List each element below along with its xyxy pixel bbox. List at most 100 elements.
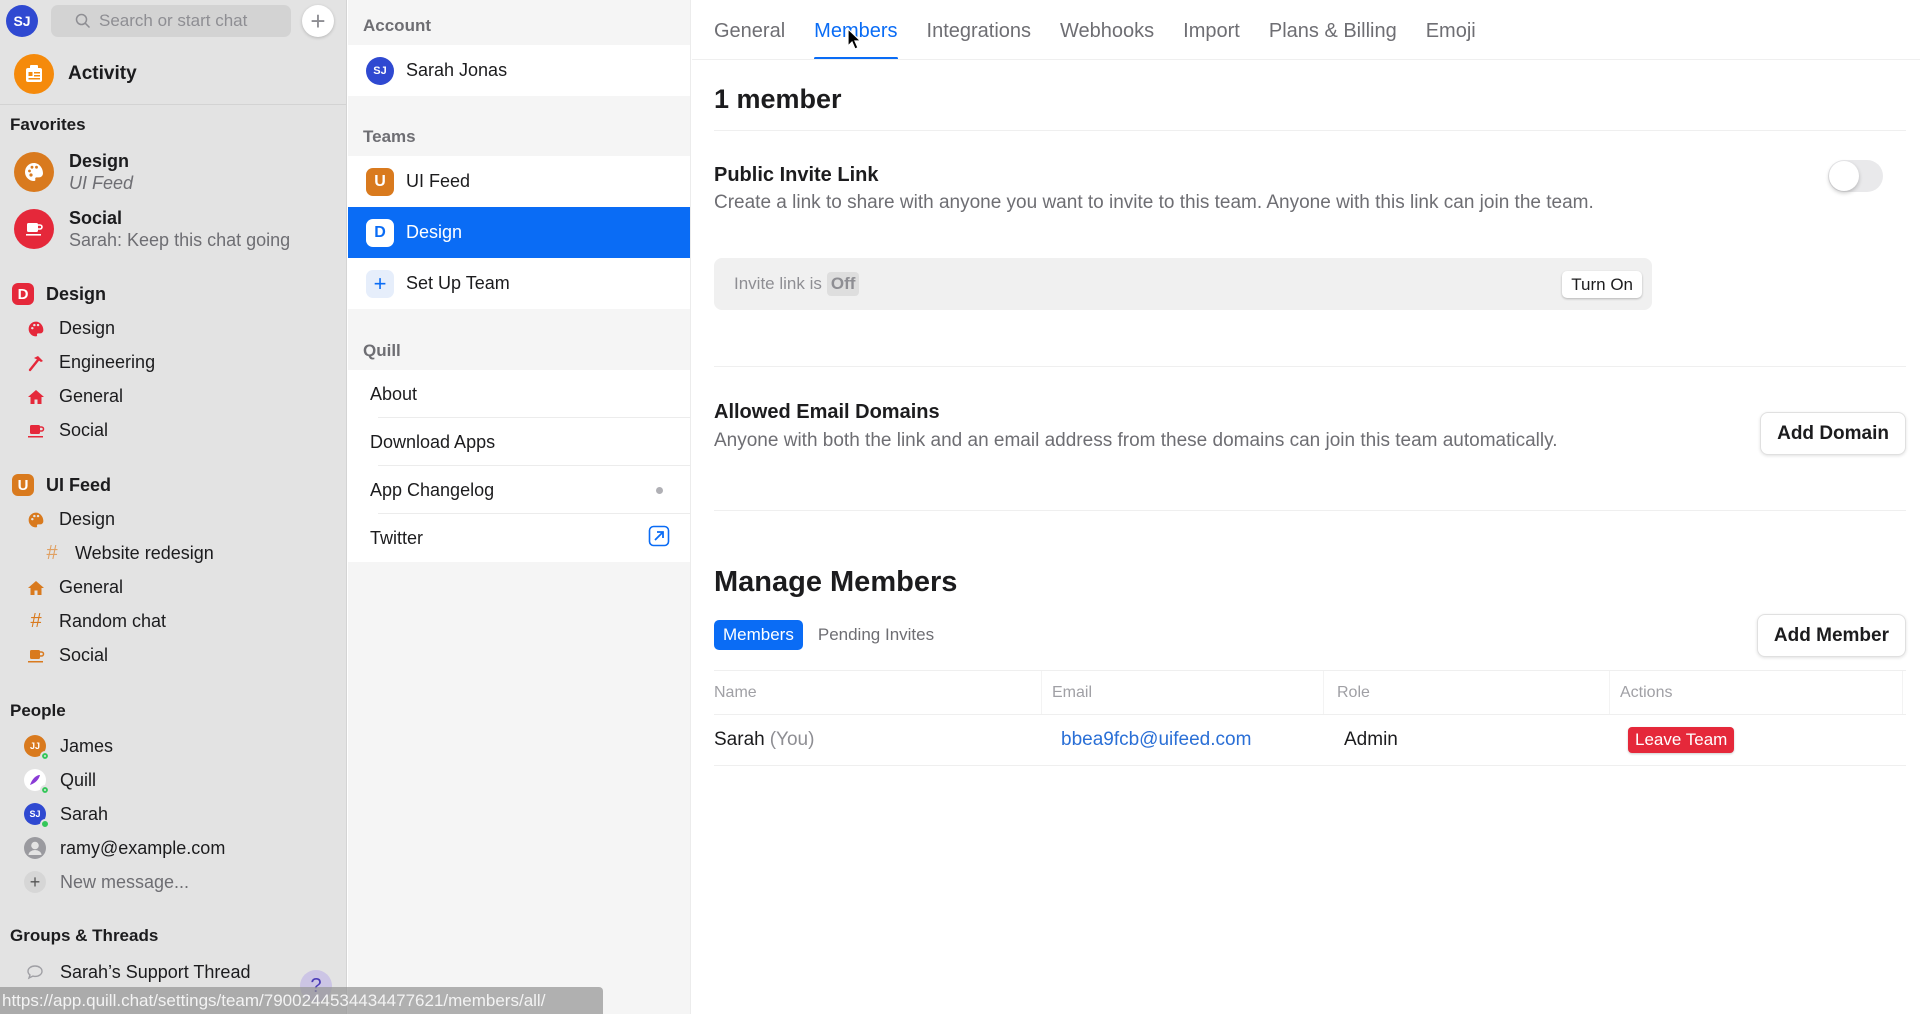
user-avatar[interactable]: SJ	[6, 5, 38, 37]
avatar: SJ	[24, 803, 50, 829]
channel-name: Social	[59, 645, 109, 665]
favorite-item-social[interactable]: Social Sarah: Keep this chat going	[14, 207, 290, 251]
channel-item[interactable]: Social	[26, 645, 108, 666]
person-item[interactable]: SJ Sarah	[24, 803, 109, 829]
leave-team-button[interactable]: Leave Team	[1628, 727, 1735, 753]
palette-icon	[26, 510, 46, 530]
people-title: People	[10, 701, 66, 720]
channel-item[interactable]: Design	[26, 509, 115, 530]
segment-members[interactable]: Members	[714, 620, 803, 650]
presence-indicator	[40, 819, 50, 829]
tab-import[interactable]: Import	[1183, 0, 1240, 60]
tab-emoji[interactable]: Emoji	[1426, 0, 1476, 60]
hammer-icon	[26, 353, 46, 373]
member-actions-cell: Leave Team	[1628, 715, 1735, 765]
channel-name: Design	[59, 509, 116, 529]
invite-link-title: Public Invite Link	[714, 164, 879, 186]
channel-item[interactable]: # Website redesign	[42, 542, 214, 564]
team-header-ui-feed[interactable]: U UI Feed	[12, 474, 111, 496]
channel-name: General	[59, 577, 124, 597]
coffee-cup-icon	[26, 421, 46, 441]
settings-nav: Account SJ Sarah Jonas Teams U UI Feed D…	[348, 0, 691, 1014]
favorites-title: Favorites	[10, 115, 86, 134]
channel-item[interactable]: Design	[26, 318, 115, 339]
home-icon	[26, 578, 46, 598]
favorite-item-design[interactable]: Design UI Feed	[14, 150, 133, 194]
tab-integrations[interactable]: Integrations	[927, 0, 1032, 60]
tab-webhooks[interactable]: Webhooks	[1060, 0, 1154, 60]
team-header-design[interactable]: D Design	[12, 283, 106, 305]
person-item[interactable]: ramy@example.com	[24, 837, 225, 859]
set-up-team-button[interactable]: + Set Up Team	[348, 258, 690, 309]
sidebar: SJ Search or start chat + Activity Favor…	[0, 0, 347, 1014]
activity-icon	[14, 54, 54, 94]
person-name: James	[60, 735, 114, 756]
channel-name: Engineering	[59, 352, 156, 372]
column-header-email: Email	[1052, 671, 1324, 714]
turn-on-button[interactable]: Turn On	[1562, 271, 1642, 298]
team-badge: D	[366, 218, 394, 247]
sidebar-divider	[0, 104, 346, 105]
set-up-team-label: Set Up Team	[406, 273, 510, 293]
invite-link-description: Create a link to share with anyone you w…	[714, 192, 1594, 213]
quill-logo-icon	[24, 769, 50, 795]
activity-label: Activity	[68, 63, 137, 84]
hash-icon: #	[46, 542, 58, 564]
avatar: SJ	[366, 56, 394, 85]
hash-icon: #	[30, 610, 42, 632]
team-item-design[interactable]: D Design	[348, 207, 690, 258]
group-name: Sarah’s Support Thread	[60, 961, 251, 982]
channel-item[interactable]: # Random chat	[26, 610, 166, 632]
group-item[interactable]: Sarah’s Support Thread	[24, 961, 250, 983]
member-name-cell: Sarah (You)	[714, 715, 814, 765]
person-item[interactable]: JJ James	[24, 735, 114, 761]
table-row: Sarah (You) bbea9fcb@uifeed.com Admin Le…	[714, 714, 1906, 766]
channel-item[interactable]: Engineering	[26, 352, 155, 373]
member-email-cell: bbea9fcb@uifeed.com	[1061, 715, 1251, 765]
twitter-item[interactable]: Twitter	[348, 514, 690, 562]
tab-plans-billing[interactable]: Plans & Billing	[1269, 0, 1397, 60]
team-badge: U	[366, 167, 394, 196]
channel-item[interactable]: General	[26, 577, 123, 598]
member-email-link[interactable]: bbea9fcb@uifeed.com	[1061, 729, 1251, 751]
channel-item[interactable]: Social	[26, 420, 108, 441]
member-role: Admin	[1344, 729, 1398, 750]
invite-link-toggle[interactable]	[1828, 160, 1883, 192]
new-chat-button[interactable]: +	[302, 5, 334, 37]
download-apps-item[interactable]: Download Apps	[348, 418, 690, 466]
member-you-label: (You)	[769, 729, 815, 750]
channel-name: Social	[59, 420, 109, 440]
favorite-title: Social	[69, 208, 123, 228]
tabs-divider	[692, 59, 1920, 60]
team-item-ui-feed[interactable]: U UI Feed	[348, 156, 690, 207]
invite-link-status-box: Invite link is Off Turn On	[714, 258, 1652, 310]
manage-members-title: Manage Members	[714, 566, 958, 598]
add-domain-button[interactable]: Add Domain	[1760, 412, 1906, 455]
plus-icon: +	[24, 871, 46, 893]
segment-pending-invites[interactable]: Pending Invites	[809, 620, 943, 650]
channel-item[interactable]: General	[26, 386, 123, 407]
teams-section-title: Teams	[363, 127, 416, 146]
account-item[interactable]: SJ Sarah Jonas	[348, 45, 690, 96]
plus-icon: +	[310, 5, 326, 36]
invite-status-value: Off	[826, 272, 860, 296]
new-message-button[interactable]: + New message...	[24, 871, 189, 893]
new-message-label: New message...	[60, 871, 190, 892]
person-item[interactable]: Quill	[24, 769, 96, 795]
coffee-cup-icon	[14, 209, 54, 249]
search-input[interactable]: Search or start chat	[51, 5, 291, 37]
search-icon	[75, 13, 91, 29]
coffee-cup-icon	[26, 646, 46, 666]
about-item[interactable]: About	[348, 370, 690, 418]
person-name: Sarah	[60, 803, 109, 824]
tab-general[interactable]: General	[714, 0, 785, 60]
team-name: UI Feed	[406, 171, 471, 191]
add-member-button[interactable]: Add Member	[1756, 614, 1906, 657]
member-role-cell: Admin	[1344, 715, 1398, 765]
account-section-title: Account	[363, 16, 431, 35]
activity-item[interactable]: Activity	[14, 54, 137, 94]
app-changelog-item[interactable]: App Changelog	[348, 466, 690, 514]
divider	[714, 130, 1906, 131]
avatar: JJ	[24, 735, 50, 761]
channel-name: Website redesign	[75, 543, 214, 563]
